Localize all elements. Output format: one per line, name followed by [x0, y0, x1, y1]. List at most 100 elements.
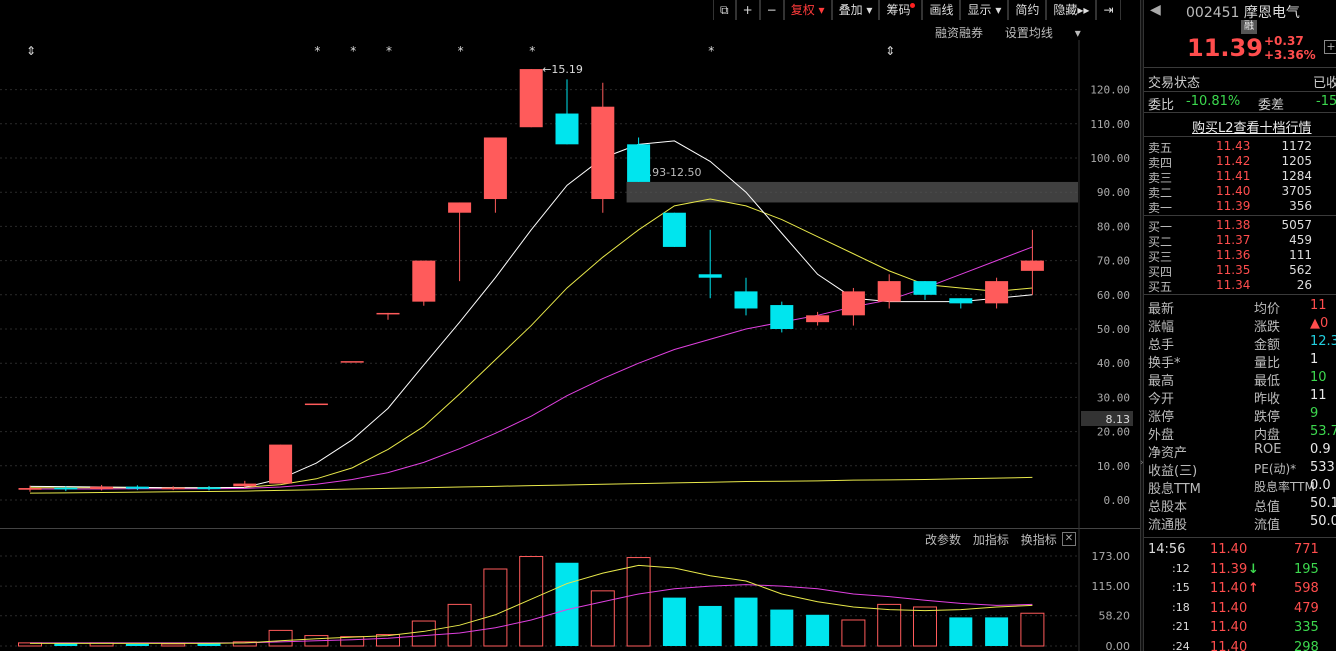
event-marker: *	[708, 44, 714, 58]
event-marker: *	[386, 44, 392, 58]
level-label: 买一	[1148, 220, 1173, 234]
tick-time: :18	[1172, 600, 1190, 614]
hide-label: 隐藏	[1053, 3, 1078, 17]
caret-down-icon: ▾	[866, 3, 873, 17]
expand-icon[interactable]: +	[1324, 40, 1336, 54]
volume-bar	[841, 619, 866, 647]
zoom-in-button[interactable]: +	[735, 0, 760, 20]
margin-trading-link[interactable]: 融资融券	[935, 26, 983, 40]
level-price: 11.39	[1216, 199, 1251, 213]
level-volume: 5057	[1281, 218, 1312, 232]
candle-body	[949, 298, 973, 304]
stat-value: 10	[1310, 370, 1327, 385]
stat-value: 533	[1310, 460, 1335, 475]
display-dropdown[interactable]: 显示 ▾	[960, 0, 1009, 20]
y-tick-label: 10.00	[1097, 460, 1130, 473]
level-label: 买四	[1148, 265, 1173, 279]
chips-label: 筹码	[886, 3, 911, 17]
stat-label: 股息TTM	[1148, 482, 1201, 497]
bid-row[interactable]: 买五 11.34 26	[1148, 278, 1312, 295]
restore-icon[interactable]: ⧉	[713, 0, 736, 20]
y-tick-label: 0.00	[1106, 640, 1131, 651]
tick-arrow-icon: ↑	[1248, 581, 1259, 596]
level-volume: 562	[1289, 263, 1312, 277]
stat-row: 股息TTM0.01股息率TTM0.0	[1148, 478, 1331, 497]
back-icon[interactable]: ◀	[1150, 2, 1161, 18]
level-price: 11.36	[1216, 248, 1251, 262]
volume-bar	[985, 617, 1009, 646]
add-indicator-button[interactable]: 加指标	[973, 533, 1009, 547]
level-price: 11.40	[1216, 184, 1251, 198]
caret-down-icon: ▾	[818, 3, 825, 17]
stat-value: 1	[1310, 352, 1319, 367]
stock-header: 002451 摩恩电气	[1186, 2, 1300, 22]
tick-volume: 195	[1294, 561, 1319, 577]
close-icon[interactable]: ✕	[1062, 532, 1076, 546]
candle-body	[519, 69, 543, 128]
tick-volume: 298	[1294, 639, 1319, 651]
stat-row: 收益(三)0.016PE(动)*533	[1148, 460, 1335, 479]
candle-body	[806, 315, 830, 323]
edit-params-button[interactable]: 改参数	[925, 533, 961, 547]
stat-label: 均价	[1254, 302, 1281, 317]
level-label: 买三	[1148, 250, 1173, 264]
status-value: 已收	[1313, 76, 1336, 91]
y-tick-label: 173.00	[1092, 550, 1131, 563]
volume-bar	[806, 614, 830, 646]
draw-line-button[interactable]: 画线	[922, 0, 961, 20]
switch-indicator-button[interactable]: 换指标	[1021, 533, 1057, 547]
candle-body	[448, 202, 472, 213]
chart-subbar: 融资融券 设置均线 ▾	[935, 24, 1117, 41]
level-label: 买二	[1148, 235, 1173, 249]
tick-arrow-icon: ↓	[1248, 561, 1259, 577]
event-marker: *	[458, 44, 464, 58]
hide-button[interactable]: 隐藏▸▸	[1046, 0, 1097, 20]
stat-row: 涨幅+3.36%涨跌▲0	[1148, 316, 1328, 335]
y-tick-label: 115.00	[1092, 580, 1131, 593]
stat-label: 涨幅	[1148, 320, 1175, 335]
divider	[1144, 112, 1336, 113]
stat-row: 净资产1.76ROE0.9	[1148, 442, 1331, 461]
margin-tag: 融	[1241, 20, 1257, 34]
level-label: 卖一	[1148, 201, 1173, 215]
stat-label: 最新	[1148, 302, 1175, 317]
tick-time: :15	[1172, 581, 1190, 594]
level-volume: 1172	[1281, 139, 1312, 153]
simple-button[interactable]: 简约	[1008, 0, 1047, 20]
draw-line-label: 画线	[929, 3, 954, 17]
ma10-line	[30, 198, 1033, 489]
kline-chart[interactable]: 120.00 110.00 100.00 90.00 80.00 70.00 60.00 50…	[0, 40, 1140, 528]
ma-settings-dropdown[interactable]: 设置均线 ▾	[1005, 26, 1099, 40]
tick-row: :12 11.39 ↓ 195	[1148, 562, 1336, 580]
chart-toolbar: ⧉ + − 复权 ▾ 叠加 ▾ 筹码 画线 显示 ▾ 简约 隐藏▸▸ ⇥	[713, 0, 1121, 20]
zoom-out-button[interactable]: −	[759, 0, 784, 20]
candle-body	[483, 137, 507, 200]
volume-bar	[340, 636, 365, 647]
level-label: 买五	[1148, 280, 1173, 294]
divider	[1144, 537, 1336, 538]
candle-body	[90, 486, 114, 490]
candle-body	[627, 144, 651, 182]
fuquan-dropdown[interactable]: 复权 ▾	[783, 0, 832, 20]
chips-button[interactable]: 筹码	[879, 0, 923, 20]
level-label: 卖二	[1148, 186, 1173, 200]
candle-body	[269, 444, 293, 484]
ask-row[interactable]: 卖一 11.39 356	[1148, 199, 1312, 216]
volume-bar	[698, 605, 722, 646]
overlay-dropdown[interactable]: 叠加 ▾	[831, 0, 880, 20]
minus-label: −	[766, 3, 777, 17]
simple-label: 简约	[1015, 3, 1040, 17]
ma60-line	[29, 476, 1033, 494]
candle-body	[18, 488, 42, 490]
stat-label: 最低	[1254, 374, 1281, 389]
volume-bar	[913, 606, 937, 647]
stat-value: 11	[1310, 388, 1327, 403]
l2-upgrade-link[interactable]: 购买L2查看十档行情	[1192, 117, 1312, 136]
level-volume: 111	[1289, 248, 1312, 262]
stat-label: 内盘	[1254, 428, 1281, 443]
volume-bar	[770, 609, 794, 646]
display-label: 显示	[967, 3, 992, 17]
tick-price: 11.40	[1210, 600, 1248, 616]
stat-label: 外盘	[1148, 428, 1175, 443]
collapse-button[interactable]: ⇥	[1096, 0, 1121, 20]
